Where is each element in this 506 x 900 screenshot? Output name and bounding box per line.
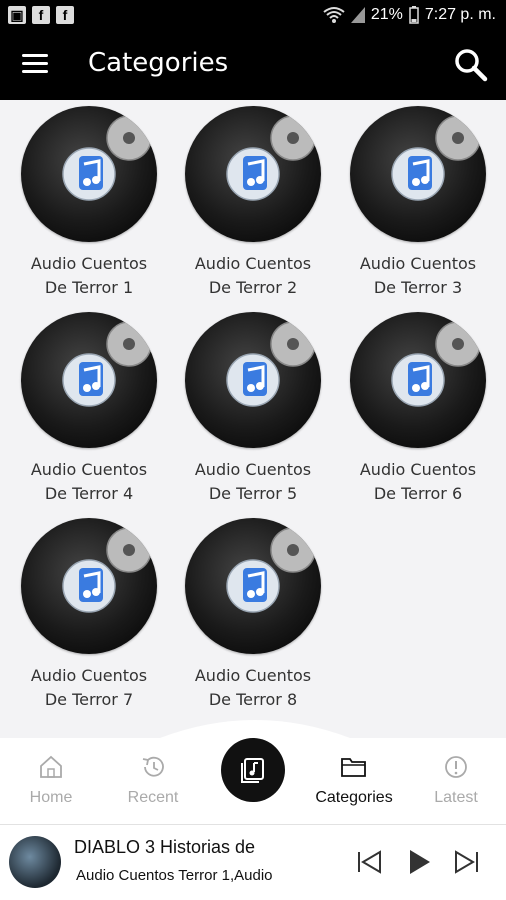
category-thumbnail	[21, 518, 157, 654]
category-item[interactable]: Audio Cuentos De Terror 7	[14, 518, 164, 712]
facebook-icon: f	[32, 6, 50, 24]
category-item[interactable]: Audio Cuentos De Terror 2	[178, 106, 328, 300]
nav-label: Categories	[315, 789, 393, 806]
music-disc-icon	[62, 321, 152, 407]
category-thumbnail	[185, 518, 321, 654]
facebook-icon: f	[56, 6, 74, 24]
category-item[interactable]: Audio Cuentos De Terror 3	[343, 106, 493, 300]
now-playing-title: DIABLO 3 Historias de	[74, 837, 256, 857]
mini-player[interactable]: DIABLO 3 Historias de Audio Cuentos Terr…	[0, 825, 506, 900]
nav-label: Home	[29, 789, 73, 806]
category-label: Audio Cuentos De Terror 4	[30, 460, 148, 503]
home-icon	[40, 755, 62, 778]
category-label: Audio Cuentos De Terror 8	[194, 666, 312, 709]
category-thumbnail	[185, 312, 321, 448]
category-thumbnail	[350, 312, 486, 448]
history-icon	[142, 756, 164, 777]
categories-grid: Audio Cuentos De Terror 1 Audio Cuentos De…	[0, 100, 506, 740]
music-disc-icon	[62, 115, 152, 201]
page-title: Categories	[88, 48, 229, 78]
skip-next-icon	[455, 850, 478, 874]
music-disc-icon	[391, 115, 481, 201]
category-item[interactable]: Audio Cuentos De Terror 5	[178, 312, 328, 506]
skip-previous-button[interactable]	[352, 845, 386, 879]
category-label: Audio Cuentos De Terror 1	[30, 254, 148, 297]
nav-categories[interactable]: Categories	[306, 754, 402, 807]
category-item[interactable]: Audio Cuentos De Terror 1	[14, 106, 164, 300]
music-disc-icon	[226, 527, 316, 613]
notification-icons: ▣ f f	[8, 6, 74, 24]
nav-latest[interactable]: Latest	[408, 754, 504, 807]
category-label: Audio Cuentos De Terror 7	[30, 666, 148, 709]
battery-icon	[409, 6, 419, 24]
image-icon: ▣	[8, 6, 26, 24]
category-label: Audio Cuentos De Terror 6	[359, 460, 477, 503]
music-disc-icon	[226, 321, 316, 407]
nav-recent[interactable]: Recent	[105, 754, 201, 807]
category-item[interactable]: Audio Cuentos De Terror 8	[178, 518, 328, 712]
category-thumbnail	[21, 106, 157, 242]
play-icon	[410, 850, 430, 874]
now-playing-thumbnail	[9, 836, 61, 888]
music-library-button[interactable]	[221, 738, 285, 802]
category-item[interactable]: Audio Cuentos De Terror 4	[14, 312, 164, 506]
nav-label: Recent	[127, 789, 179, 806]
category-item[interactable]: Audio Cuentos De Terror 6	[343, 312, 493, 506]
category-label: Audio Cuentos De Terror 3	[359, 254, 477, 297]
category-label: Audio Cuentos De Terror 2	[194, 254, 312, 297]
signal-icon	[350, 7, 365, 23]
nav-label: Latest	[434, 789, 478, 806]
folder-icon	[341, 758, 366, 777]
battery-percent: 21%	[370, 6, 403, 23]
search-icon[interactable]	[454, 48, 488, 82]
music-disc-icon	[62, 527, 152, 613]
alert-circle-icon	[445, 756, 467, 778]
skip-next-button[interactable]	[450, 845, 484, 879]
music-library-icon	[241, 758, 264, 783]
now-playing-subtitle: Audio Cuentos Terror 1,Audio	[76, 867, 273, 884]
music-disc-icon	[226, 115, 316, 201]
music-disc-icon	[391, 321, 481, 407]
category-label: Audio Cuentos De Terror 5	[194, 460, 312, 503]
hamburger-menu-icon[interactable]	[22, 54, 48, 74]
clock: 7:27 p. m.	[424, 6, 496, 23]
nav-home[interactable]: Home	[3, 754, 99, 807]
category-thumbnail	[350, 106, 486, 242]
play-button[interactable]	[402, 845, 436, 879]
system-status: 21% 7:27 p. m.	[323, 6, 496, 24]
app-bar: Categories	[0, 32, 506, 100]
category-thumbnail	[185, 106, 321, 242]
wifi-icon	[323, 7, 345, 23]
category-thumbnail	[21, 312, 157, 448]
status-bar: ▣ f f 21% 7:27 p. m.	[0, 0, 506, 32]
skip-previous-icon	[358, 850, 381, 874]
